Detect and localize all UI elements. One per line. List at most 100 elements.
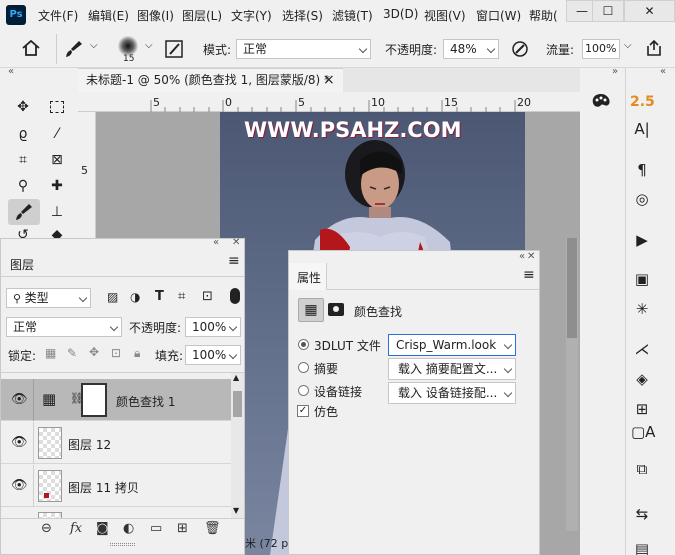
brush-size-chevron-icon[interactable]: ⌵	[145, 40, 153, 51]
menu-window[interactable]: 窗口(W)	[476, 7, 521, 24]
scroll-down-icon[interactable]: ▼	[233, 506, 239, 515]
home-icon[interactable]	[22, 40, 40, 56]
maximize-button[interactable]: ☐	[592, 0, 624, 22]
color-palette-icon[interactable]	[590, 90, 612, 112]
layer-opacity-field[interactable]: 100%	[185, 317, 241, 337]
eraser-tool-icon[interactable]: ◆	[46, 224, 68, 238]
glyphs-icon[interactable]: ◎	[631, 188, 653, 210]
close-window-button[interactable]: ✕	[624, 0, 675, 22]
layer-row[interactable]: 👁︎ 图层 12	[1, 422, 231, 464]
filter-toggle[interactable]	[230, 288, 240, 304]
navigator-icon[interactable]: ⊞	[631, 398, 653, 420]
fx-icon[interactable]: fx	[70, 521, 82, 536]
history-brush-tool-icon[interactable]: ↺	[12, 224, 34, 238]
stamp-tool-icon[interactable]: ⊥	[46, 201, 68, 223]
layer-name[interactable]: 图层 11 拷贝	[68, 479, 139, 496]
move-tool-icon[interactable]: ✥	[12, 96, 34, 118]
mask-icon[interactable]	[328, 303, 344, 316]
lock-image-icon[interactable]: ✎	[67, 346, 77, 360]
device-link-select[interactable]: 载入 设备链接配...	[388, 382, 516, 404]
layer-name[interactable]: 颜色查找 1	[116, 393, 175, 410]
marquee-tool-icon[interactable]	[46, 96, 68, 118]
adjustment-grid-icon[interactable]: ▦	[298, 298, 324, 322]
scrollbar-thumb[interactable]	[233, 391, 242, 417]
close-panel-icon[interactable]: ✕	[232, 237, 240, 248]
crop-tool-icon[interactable]: ⌗	[12, 149, 34, 171]
panel-resize-grip[interactable]	[110, 543, 135, 546]
fill-field[interactable]: 100%	[185, 345, 241, 365]
layer-kind-filter[interactable]: ⚲ 类型	[6, 288, 91, 308]
history-icon[interactable]: ⇆	[631, 503, 653, 525]
layer-thumbnail[interactable]	[38, 470, 62, 502]
visibility-eye-icon[interactable]: 👁︎	[11, 478, 28, 493]
lock-artboard-icon[interactable]: ⊡	[111, 346, 121, 360]
filter-smart-object-icon[interactable]: ⊡	[202, 289, 213, 304]
channels-icon[interactable]: ⧉	[631, 458, 653, 480]
layer-name[interactable]: 图层 12	[68, 436, 111, 453]
brush-tool-icon[interactable]	[8, 199, 40, 225]
visibility-eye-icon[interactable]: 👁︎	[11, 392, 28, 407]
layer-mask-thumbnail[interactable]	[81, 383, 107, 417]
menu-3d[interactable]: 3D(D)	[383, 7, 418, 21]
new-group-icon[interactable]: ▭	[150, 521, 162, 536]
layer-row[interactable]	[1, 508, 231, 518]
brush-preset-chevron-icon[interactable]: ⌵	[90, 40, 98, 51]
filter-shape-icon[interactable]: ⌗	[178, 289, 185, 304]
share-icon[interactable]	[645, 39, 663, 57]
mode-select[interactable]: 正常	[236, 39, 371, 59]
visibility-eye-icon[interactable]: 👁︎	[11, 435, 28, 450]
new-layer-icon[interactable]: ⊞	[177, 521, 188, 536]
brush-settings-icon[interactable]	[164, 39, 184, 59]
layer-thumbnail[interactable]	[38, 427, 62, 459]
menu-help[interactable]: 帮助(	[529, 7, 558, 24]
menu-type[interactable]: 文字(Y)	[231, 7, 272, 24]
dither-checkbox[interactable]: ✓	[297, 405, 309, 417]
lock-position-icon[interactable]: ✥	[89, 345, 99, 359]
filter-type-icon[interactable]: T	[155, 289, 164, 304]
radio-abstract[interactable]	[298, 362, 309, 373]
layer-row[interactable]: 👁︎ ▦ ⛓︎ 颜色查找 1	[1, 379, 231, 421]
lock-transparent-icon[interactable]: ▦	[45, 346, 56, 360]
layers-scrollbar[interactable]: ▲ ▼	[231, 373, 244, 518]
layers-tab[interactable]: 图层	[10, 256, 34, 273]
expand-dock-icon[interactable]: »	[612, 66, 618, 77]
collapse-dock-icon[interactable]: «	[660, 66, 666, 77]
character-icon[interactable]: A|	[631, 118, 653, 140]
opacity-field[interactable]: 48%	[443, 39, 499, 59]
close-panel-icon[interactable]: ✕	[527, 251, 535, 262]
menu-image[interactable]: 图像(I)	[137, 7, 174, 24]
blend-mode-select[interactable]: 正常	[6, 317, 122, 337]
paths-icon[interactable]: ⋌	[631, 338, 653, 360]
library-icon[interactable]: ▣	[631, 268, 653, 290]
new-adjustment-layer-icon[interactable]: ◐	[123, 521, 134, 536]
photoshop-logo[interactable]: Ps	[6, 5, 26, 25]
radio-3dlut[interactable]	[298, 339, 309, 350]
scrollbar-thumb[interactable]	[567, 238, 577, 338]
filter-pixel-icon[interactable]: ▨	[107, 290, 118, 304]
collapse-panel-icon[interactable]: «	[519, 251, 525, 262]
eyedropper-tool-icon[interactable]: ⚲	[12, 175, 34, 197]
brush-icon[interactable]	[64, 39, 84, 59]
canvas-scrollbar[interactable]	[566, 238, 578, 531]
lut-file-select[interactable]: Crisp_Warm.look	[388, 334, 516, 356]
flow-field[interactable]: 100%	[582, 39, 620, 59]
panel-menu-icon[interactable]: ≡	[228, 253, 240, 269]
document-tab[interactable]: 未标题-1 @ 50% (颜色查找 1, 图层蒙版/8) * ×	[78, 68, 343, 92]
add-mask-icon[interactable]: ◙	[96, 521, 109, 536]
collapse-toolbox-icon[interactable]: «	[8, 66, 14, 77]
frame-tool-icon[interactable]: ⊠	[46, 149, 68, 171]
flow-chevron-icon[interactable]: ⌵	[624, 40, 632, 51]
radio-device-link[interactable]	[298, 385, 309, 396]
layer-row[interactable]: 👁︎ 图层 11 拷贝	[1, 465, 231, 507]
filter-adjustment-icon[interactable]: ◑	[130, 290, 140, 304]
menu-file[interactable]: 文件(F)	[38, 7, 78, 24]
tab-close-icon[interactable]: ×	[323, 69, 335, 91]
menu-edit[interactable]: 编辑(E)	[88, 7, 129, 24]
magic-wand-tool-icon[interactable]: ⁄	[46, 123, 68, 145]
scroll-up-icon[interactable]: ▲	[233, 373, 239, 382]
menu-layer[interactable]: 图层(L)	[182, 7, 222, 24]
brush-tip-preview[interactable]	[118, 36, 138, 56]
delete-layer-icon[interactable]: 🗑︎	[204, 521, 221, 536]
pressure-opacity-icon[interactable]	[510, 39, 530, 59]
collapse-panel-icon[interactable]: «	[213, 237, 219, 248]
